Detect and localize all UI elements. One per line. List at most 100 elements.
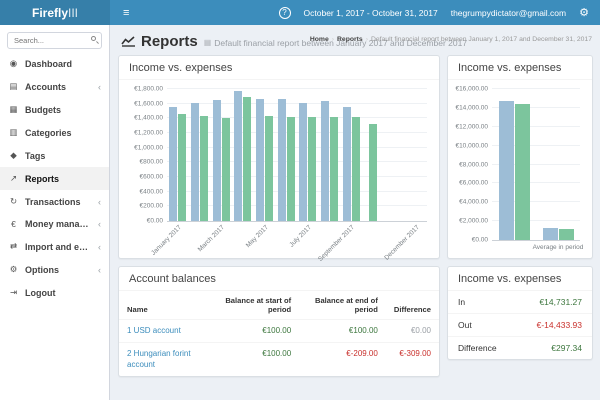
income-expenses-sum-avg-chart[interactable]: €0.00€2,000.00€4,000.00€6,000.00€8,000.0… — [450, 82, 590, 258]
bar-expenses — [265, 116, 273, 221]
summary-label: Out — [458, 320, 472, 330]
calendar-icon: ▦ — [204, 38, 212, 47]
breadcrumb-item[interactable]: Reports — [337, 36, 363, 43]
y-axis-tick: €12,000.00 — [455, 123, 488, 130]
income-expenses-summary-panel: Income vs. expenses In€14,731.27Out€-14,… — [447, 266, 593, 360]
y-axis-tick: €400.00 — [140, 188, 164, 195]
brand-logo[interactable]: FireflyIII — [0, 0, 110, 25]
sidebar-toggle-button[interactable]: ≡ — [110, 0, 142, 25]
sidebar-item-dashboard[interactable]: ◉Dashboard — [0, 52, 109, 75]
panel-title: Account balances — [119, 267, 439, 291]
bottom-row: Account balances NameBalance at start of… — [118, 266, 593, 377]
sidebar-item-label: Tags — [25, 151, 45, 161]
balance-value: €0.00 — [386, 319, 439, 342]
bar-group — [319, 89, 341, 221]
sidebar-search — [7, 32, 102, 49]
y-axis-tick: €16,000.00 — [455, 86, 488, 93]
navbar-right: ? October 1, 2017 - October 31, 2017 the… — [279, 0, 600, 25]
bar-income — [543, 228, 558, 240]
y-axis-tick: €2,000.00 — [459, 218, 488, 225]
sidebar-item-label: Money management — [25, 219, 92, 229]
hamburger-icon: ≡ — [123, 7, 129, 19]
y-axis-tick: €0.00 — [472, 237, 488, 244]
account-link[interactable]: 2 Hungarian forint account — [127, 349, 191, 368]
help-icon[interactable]: ? — [279, 7, 291, 19]
summary-value: €14,731.27 — [539, 297, 582, 307]
summary-label: In — [458, 297, 465, 307]
sidebar-item-label: Categories — [25, 128, 72, 138]
table-column-header: Balance at end of period — [299, 291, 386, 319]
sidebar-item-transactions[interactable]: ↻Transactions‹ — [0, 190, 109, 213]
sidebar-item-money-management[interactable]: €Money management‹ — [0, 213, 109, 235]
summary-label: Difference — [458, 343, 497, 353]
bar-groups — [492, 89, 580, 240]
bar-group — [297, 89, 319, 221]
bar-income — [169, 107, 177, 221]
bar-group — [384, 89, 406, 221]
bar-group — [340, 89, 362, 221]
content-header: Reports ▦ Default financial report betwe… — [111, 25, 600, 53]
y-axis-tick: €800.00 — [140, 159, 164, 166]
account-balances-table: NameBalance at start of periodBalance at… — [119, 291, 439, 376]
panel-title: Income vs. expenses — [119, 56, 439, 80]
bar-income — [213, 100, 221, 221]
bar-expenses — [330, 117, 338, 222]
account-link[interactable]: 1 USD account — [127, 326, 181, 335]
y-axis-tick: €1,600.00 — [134, 100, 163, 107]
bar-group — [210, 89, 232, 221]
x-axis-label: March 2017 — [179, 224, 226, 271]
sidebar-item-label: Transactions — [25, 197, 81, 207]
categories-icon: ▥ — [8, 127, 19, 138]
date-range-selector[interactable]: October 1, 2017 - October 31, 2017 — [304, 8, 438, 18]
sidebar-item-accounts[interactable]: ▤Accounts‹ — [0, 75, 109, 98]
sidebar-item-reports[interactable]: ↗Reports — [0, 167, 109, 190]
brand-suffix: III — [68, 6, 78, 20]
bar-group — [492, 89, 536, 240]
income-expenses-chart-panel: Income vs. expenses €0.00€200.00€400.00€… — [118, 55, 440, 259]
dashboard-icon: ◉ — [8, 58, 19, 69]
chevron-left-icon: ‹ — [98, 265, 101, 275]
table-row: 1 USD account€100.00€100.00€0.00 — [119, 319, 439, 342]
sidebar-item-label: Options — [25, 265, 59, 275]
table-column-header: Balance at start of period — [211, 291, 299, 319]
search-icon[interactable] — [91, 36, 96, 41]
table-row: 2 Hungarian forint account€100.00€-209.0… — [119, 343, 439, 376]
bar-expenses — [243, 97, 251, 221]
chart-canvas: €0.00€2,000.00€4,000.00€6,000.00€8,000.0… — [492, 89, 580, 241]
x-axis-label: May 2017 — [222, 224, 269, 271]
bar-income — [278, 99, 286, 221]
bar-group — [167, 89, 189, 221]
bar-income — [299, 103, 307, 221]
summary-rows: In€14,731.27Out€-14,433.93Difference€297… — [448, 291, 592, 359]
sidebar-item-options[interactable]: ⚙ Options ‹ — [0, 258, 109, 281]
chevron-left-icon: ‹ — [98, 242, 101, 252]
sidebar-item-logout[interactable]: ⇥Logout — [0, 281, 109, 304]
sidebar-item-import-and-export[interactable]: ⇄Import and export‹ — [0, 235, 109, 258]
sidebar-item-budgets[interactable]: ▦Budgets — [0, 98, 109, 121]
breadcrumb-item[interactable]: Home — [310, 36, 329, 43]
user-email-menu[interactable]: thegrumpydictator@gmail.com — [451, 8, 566, 18]
sidebar-menu: ◉Dashboard▤Accounts‹▦Budgets ▥ Categories ◆… — [0, 52, 109, 304]
summary-value: €-14,433.93 — [537, 320, 582, 330]
transactions-icon: ↻ — [8, 196, 19, 207]
balance-value: €100.00 — [211, 319, 299, 342]
breadcrumb: Home›Reports›Default financial report be… — [310, 36, 592, 43]
balance-value: €-209.00 — [299, 343, 386, 376]
breadcrumb-separator: › — [366, 36, 368, 43]
page-title: Reports — [121, 33, 198, 50]
sidebar: ◉Dashboard▤Accounts‹▦Budgets ▥ Categories ◆… — [0, 25, 110, 400]
income-expenses-monthly-chart[interactable]: €0.00€200.00€400.00€600.00€800.00€1,000.… — [121, 82, 437, 258]
bar-income — [256, 99, 264, 221]
reports-icon: ↗ — [8, 173, 19, 184]
x-axis-label: July 2017 — [265, 224, 312, 271]
search-input[interactable] — [7, 32, 102, 49]
balance-value: €-309.00 — [386, 343, 439, 376]
sidebar-item-categories[interactable]: ▥ Categories — [0, 121, 109, 144]
summary-row: Out €-14,433.93 — [448, 314, 592, 337]
gear-icon[interactable]: ⚙ — [579, 6, 589, 19]
y-axis-tick: €8,000.00 — [459, 161, 488, 168]
sidebar-item-tags[interactable]: ◆Tags — [0, 144, 109, 167]
bar-expenses — [308, 117, 316, 222]
options-icon: ⚙ — [8, 264, 19, 275]
bar-income — [343, 107, 351, 221]
